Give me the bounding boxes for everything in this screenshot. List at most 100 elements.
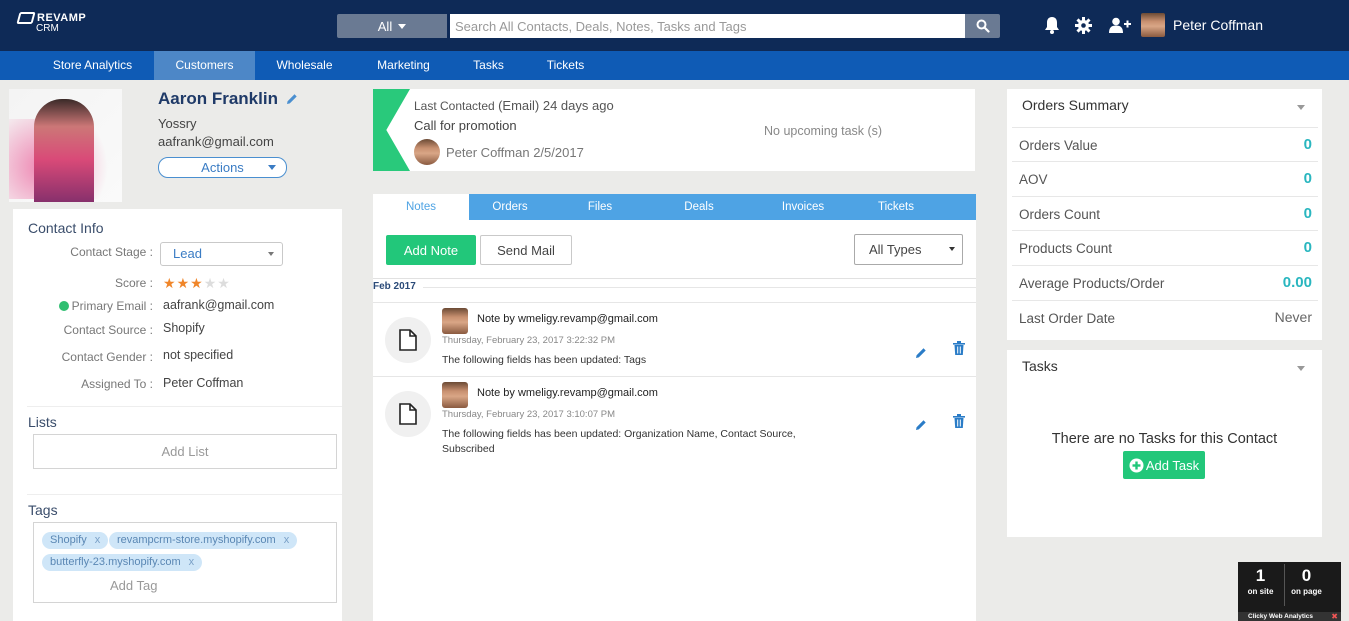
star-empty-icon[interactable]: ★ (217, 276, 230, 290)
score-rating[interactable]: ★ ★ ★ ★ ★ (163, 276, 230, 290)
note-doc (385, 391, 431, 437)
search-input[interactable] (450, 14, 965, 38)
primary-email-label: Primary Email : (71, 299, 153, 313)
summary-label: Average Products/Order (1019, 276, 1165, 291)
nav-store-analytics[interactable]: Store Analytics (42, 51, 143, 80)
send-mail-button[interactable]: Send Mail (480, 235, 572, 265)
collapse-caret-icon[interactable] (1297, 366, 1305, 371)
tags-box[interactable]: Shopify x revampcrm-store.myshopify.com x … (33, 522, 337, 603)
tag-remove-icon[interactable]: x (189, 556, 195, 568)
star-filled-icon[interactable]: ★ (177, 276, 190, 290)
contact-stage-label: Contact Stage : (70, 245, 153, 259)
summary-value: 0.00 (1282, 274, 1312, 291)
summary-row: Orders Value 0 (1012, 127, 1318, 162)
star-empty-icon[interactable]: ★ (204, 276, 217, 290)
tab-files[interactable]: Files (569, 194, 631, 220)
main-nav: Store Analytics Customers Wholesale Mark… (0, 51, 1349, 80)
assigned-to-value: Peter Coffman (163, 376, 244, 390)
gear-icon (1074, 16, 1092, 34)
nav-wholesale[interactable]: Wholesale (266, 51, 343, 80)
last-contacted-subject: Call for promotion (414, 118, 517, 133)
collapse-caret-icon[interactable] (1297, 105, 1305, 110)
note-author: Note by wmeligy.revamp@gmail.com (477, 313, 658, 325)
contact-company: Yossry (158, 116, 197, 131)
contact-info-panel: Contact Info Contact Stage : Lead Score … (13, 209, 342, 621)
avatar (442, 308, 468, 334)
search-filter-dropdown[interactable]: All (337, 14, 447, 38)
tag-chip[interactable]: revampcrm-store.myshopify.com x (109, 532, 298, 549)
divider (423, 287, 976, 288)
contact-name-row: Aaron Franklin (158, 89, 298, 109)
logo-subtext: CRM (36, 23, 59, 34)
on-site-count: 1 (1255, 566, 1266, 585)
summary-label: AOV (1019, 172, 1048, 187)
nav-tasks[interactable]: Tasks (466, 51, 511, 80)
avatar (1141, 13, 1165, 37)
tab-invoices[interactable]: Invoices (769, 194, 837, 220)
user-menu[interactable]: Peter Coffman (1141, 13, 1263, 37)
verified-check-icon (58, 300, 69, 311)
note-text: The following fields has been updated: T… (442, 354, 647, 366)
tab-tickets[interactable]: Tickets (868, 194, 924, 220)
tag-remove-icon[interactable]: x (95, 534, 101, 546)
star-filled-icon[interactable]: ★ (190, 276, 203, 290)
add-list-label: Add List (161, 444, 209, 459)
last-contacted-card: Last Contacted (Email) 24 days ago Call … (373, 89, 975, 171)
add-note-button[interactable]: Add Note (386, 235, 476, 265)
on-page-count: 0 (1301, 566, 1312, 585)
notifications-button[interactable] (1042, 15, 1062, 35)
tab-notes[interactable]: Notes (373, 194, 469, 220)
close-icon[interactable]: ✖ (1331, 612, 1338, 621)
note-timestamp: Thursday, February 23, 2017 3:10:07 PM (442, 409, 616, 420)
tab-orders[interactable]: Orders (477, 194, 543, 220)
add-user-icon (1109, 17, 1131, 33)
tab-deals[interactable]: Deals (668, 194, 730, 220)
assigned-to-label: Assigned To : (81, 377, 153, 391)
summary-label: Last Order Date (1019, 311, 1116, 326)
tag-label: Shopify (50, 534, 87, 546)
analytics-widget[interactable]: 1 on site 0 on page Clicky Web Analytics… (1238, 562, 1341, 621)
summary-value: 0 (1303, 136, 1312, 153)
tag-label: butterfly-23.myshopify.com (50, 556, 181, 568)
tag-remove-icon[interactable]: x (284, 534, 290, 546)
star-filled-icon[interactable]: ★ (163, 276, 176, 290)
search-button[interactable] (965, 14, 1000, 38)
note-type-select[interactable]: All Types (854, 234, 963, 265)
add-user-button[interactable] (1108, 15, 1132, 35)
document-icon (399, 403, 417, 425)
nav-marketing[interactable]: Marketing (366, 51, 441, 80)
nav-customers[interactable]: Customers (154, 51, 255, 80)
contact-stage-value: Lead (173, 246, 202, 261)
summary-label: Products Count (1019, 241, 1113, 256)
settings-button[interactable] (1073, 15, 1093, 35)
primary-email-value[interactable]: aafrank@gmail.com (163, 298, 274, 312)
chevron-down-icon (268, 165, 276, 170)
orders-summary-title: Orders Summary (1022, 97, 1129, 113)
trash-icon[interactable] (953, 414, 965, 428)
chevron-down-icon (398, 23, 407, 29)
contact-source-label: Contact Source : (63, 323, 153, 337)
divider (373, 278, 976, 279)
status-arrow-icon (373, 89, 410, 171)
app-logo[interactable]: REVAMP CRM (16, 12, 86, 34)
top-bar: REVAMP CRM All Peter Coffman (0, 0, 1349, 51)
trash-icon[interactable] (953, 341, 965, 355)
contact-stage-select[interactable]: Lead (160, 242, 283, 266)
tag-chip[interactable]: butterfly-23.myshopify.com x (42, 554, 203, 571)
summary-row: AOV 0 (1012, 161, 1318, 196)
on-page-stat: 0 on page (1284, 566, 1329, 596)
actions-dropdown[interactable]: Actions (158, 157, 287, 178)
photo-figure (34, 99, 94, 202)
edit-pencil-icon[interactable] (286, 93, 298, 105)
edit-pencil-icon[interactable] (915, 347, 927, 359)
contact-email[interactable]: aafrank@gmail.com (158, 134, 298, 149)
note-timestamp: Thursday, February 23, 2017 3:22:32 PM (442, 335, 616, 346)
activity-tabbar: Notes Orders Files Deals Invoices Ticket… (373, 194, 976, 220)
add-tag-input[interactable]: Add Tag (110, 578, 157, 593)
add-list-input[interactable]: Add List (33, 434, 337, 469)
add-task-button[interactable]: Add Task (1123, 451, 1205, 479)
tag-chip[interactable]: Shopify x (42, 532, 109, 549)
edit-pencil-icon[interactable] (915, 419, 927, 431)
nav-tickets[interactable]: Tickets (538, 51, 593, 80)
contact-gender-value: not specified (163, 348, 234, 362)
